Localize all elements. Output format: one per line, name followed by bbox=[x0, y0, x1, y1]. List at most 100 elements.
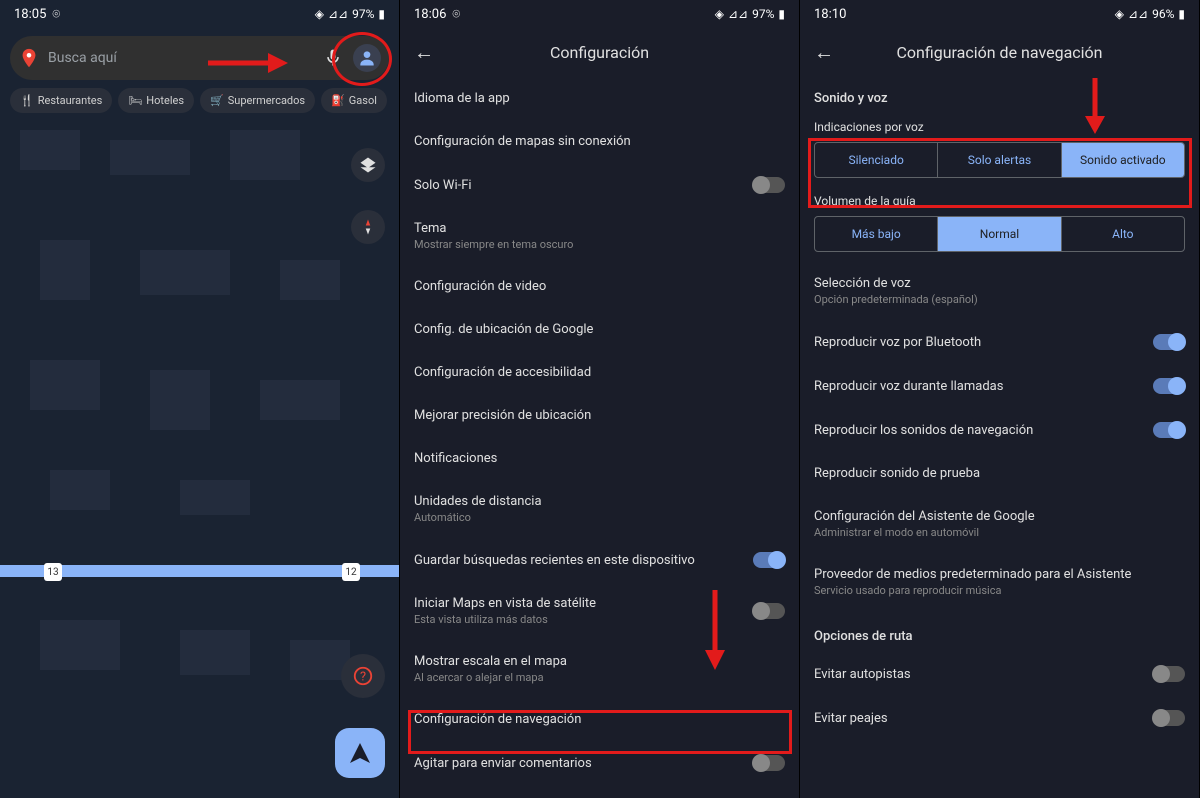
route-option-0[interactable]: Evitar autopistas bbox=[814, 652, 1185, 696]
setting-label: Configuración del Asistente de GoogleAdm… bbox=[814, 509, 1185, 539]
setting-label: TemaMostrar siempre en tema oscuro bbox=[414, 221, 785, 251]
battery-icon: ▮ bbox=[378, 7, 385, 21]
route-marker[interactable]: 12 bbox=[342, 563, 360, 581]
volume-segmented-control: Más bajoNormalAlto bbox=[814, 216, 1185, 252]
status-time: 18:10 bbox=[814, 7, 846, 22]
section-sound: Sonido y voz bbox=[800, 77, 1199, 114]
setting-label: Solo Wi-Fi bbox=[414, 178, 753, 193]
setting-label: Agitar para enviar comentarios bbox=[414, 756, 753, 771]
fork-icon: 🍴 bbox=[20, 94, 34, 107]
signal-icon: ⊿⊿ bbox=[328, 7, 348, 21]
toggle-switch[interactable] bbox=[753, 552, 785, 568]
setting-label: Reproducir voz por Bluetooth bbox=[814, 335, 1153, 350]
toggle-switch[interactable] bbox=[753, 603, 785, 619]
setting-label: Configuración de video bbox=[414, 279, 785, 294]
setting-label: Reproducir sonido de prueba bbox=[814, 466, 1185, 481]
battery-text: 96% bbox=[1152, 7, 1174, 21]
status-bar: 18:10 ◈⊿⊿96%▮ bbox=[800, 0, 1199, 28]
setting-item-0[interactable]: Idioma de la app bbox=[414, 77, 785, 120]
map-background[interactable]: 13 12 bbox=[0, 0, 399, 798]
toggle-switch[interactable] bbox=[1153, 710, 1185, 726]
setting-label: Guardar búsquedas recientes en este disp… bbox=[414, 553, 753, 568]
bed-icon: 🛏 bbox=[128, 94, 142, 107]
cart-icon: 🛒 bbox=[210, 94, 224, 107]
annotation-arrow bbox=[1080, 78, 1110, 134]
battery-icon: ▮ bbox=[778, 7, 785, 21]
chip-supermarkets[interactable]: 🛒Supermercados bbox=[200, 88, 315, 113]
signal-icon: ⊿⊿ bbox=[1128, 7, 1148, 21]
setting-label: Reproducir voz durante llamadas bbox=[814, 379, 1153, 394]
help-fab[interactable]: ? bbox=[341, 654, 385, 698]
svg-text:?: ? bbox=[360, 670, 366, 685]
settings-list: Selección de vozOpción predeterminada (e… bbox=[800, 262, 1199, 611]
annotation-arrow bbox=[700, 590, 730, 670]
back-button[interactable]: ← bbox=[414, 40, 444, 65]
status-time: 18:05 bbox=[14, 7, 46, 22]
setting-label: Selección de vozOpción predeterminada (e… bbox=[814, 276, 1185, 306]
gas-icon: ⛽ bbox=[331, 94, 345, 107]
setting-item-2[interactable]: Solo Wi-Fi bbox=[414, 163, 785, 207]
toggle-switch[interactable] bbox=[1153, 666, 1185, 682]
setting-label: Evitar peajes bbox=[814, 711, 1153, 726]
settings-list: Idioma de la app Configuración de mapas s… bbox=[400, 77, 799, 785]
wifi-icon: ◈ bbox=[1115, 7, 1124, 21]
volume-option-0[interactable]: Más bajo bbox=[815, 217, 938, 251]
toggle-switch[interactable] bbox=[1153, 378, 1185, 394]
setting-item-8[interactable]: Notificaciones bbox=[414, 437, 785, 480]
status-bar: 18:06⌾ ◈⊿⊿97%▮ bbox=[400, 0, 799, 28]
route-option-1[interactable]: Evitar peajes bbox=[814, 696, 1185, 740]
setting-item-5[interactable]: Config. de ubicación de Google bbox=[414, 308, 785, 351]
volume-option-2[interactable]: Alto bbox=[1062, 217, 1184, 251]
setting-label: Unidades de distanciaAutomático bbox=[414, 494, 785, 524]
section-route: Opciones de ruta bbox=[800, 611, 1199, 652]
toggle-switch[interactable] bbox=[753, 755, 785, 771]
header: ← Configuración de navegación bbox=[800, 28, 1199, 77]
category-chips: 🍴Restaurantes 🛏Hoteles 🛒Supermercados ⛽G… bbox=[0, 88, 399, 113]
volume-option-1[interactable]: Normal bbox=[938, 217, 1061, 251]
battery-text: 97% bbox=[752, 7, 774, 21]
whatsapp-icon: ⌾ bbox=[52, 7, 60, 22]
voice-indications-label: Indicaciones por voz bbox=[800, 114, 1199, 138]
route-marker[interactable]: 13 bbox=[44, 563, 62, 581]
setting-item-10[interactable]: Guardar búsquedas recientes en este disp… bbox=[414, 538, 785, 582]
nav-settings-screen: 18:10 ◈⊿⊿96%▮ ← Configuración de navegac… bbox=[800, 0, 1200, 798]
annotation-box bbox=[408, 710, 792, 754]
setting-label: Mejorar precisión de ubicación bbox=[414, 408, 785, 423]
nav-setting-item-1[interactable]: Reproducir voz por Bluetooth bbox=[814, 320, 1185, 364]
nav-setting-item-3[interactable]: Reproducir los sonidos de navegación bbox=[814, 408, 1185, 452]
maps-screen: 13 12 18:05 ⌾ ◈ ⊿⊿ 97% ▮ Busca aquí 🍴Res… bbox=[0, 0, 400, 798]
layers-button[interactable] bbox=[351, 148, 385, 182]
chip-restaurants[interactable]: 🍴Restaurantes bbox=[10, 88, 112, 113]
page-title: Configuración de navegación bbox=[844, 43, 1155, 62]
annotation-circle bbox=[332, 32, 392, 86]
setting-item-4[interactable]: Configuración de video bbox=[414, 265, 785, 308]
compass-button[interactable] bbox=[351, 210, 385, 244]
nav-setting-item-0[interactable]: Selección de vozOpción predeterminada (e… bbox=[814, 262, 1185, 320]
setting-label: Evitar autopistas bbox=[814, 667, 1153, 682]
setting-item-1[interactable]: Configuración de mapas sin conexión bbox=[414, 120, 785, 163]
setting-item-7[interactable]: Mejorar precisión de ubicación bbox=[414, 394, 785, 437]
setting-label: Config. de ubicación de Google bbox=[414, 322, 785, 337]
setting-label: Reproducir los sonidos de navegación bbox=[814, 423, 1153, 438]
chip-hotels[interactable]: 🛏Hoteles bbox=[118, 88, 194, 113]
toggle-switch[interactable] bbox=[1153, 422, 1185, 438]
nav-setting-item-5[interactable]: Configuración del Asistente de GoogleAdm… bbox=[814, 495, 1185, 553]
setting-label: Configuración de mapas sin conexión bbox=[414, 134, 785, 149]
setting-label: Idioma de la app bbox=[414, 91, 785, 106]
setting-label: Proveedor de medios predeterminado para … bbox=[814, 567, 1185, 597]
navigate-fab[interactable] bbox=[335, 728, 385, 778]
setting-item-6[interactable]: Configuración de accesibilidad bbox=[414, 351, 785, 394]
toggle-switch[interactable] bbox=[753, 177, 785, 193]
nav-setting-item-2[interactable]: Reproducir voz durante llamadas bbox=[814, 364, 1185, 408]
nav-setting-item-6[interactable]: Proveedor de medios predeterminado para … bbox=[814, 553, 1185, 611]
wifi-icon: ◈ bbox=[715, 7, 724, 21]
chip-gas[interactable]: ⛽Gasol bbox=[321, 88, 387, 113]
setting-item-3[interactable]: TemaMostrar siempre en tema oscuro bbox=[414, 207, 785, 265]
nav-setting-item-4[interactable]: Reproducir sonido de prueba bbox=[814, 452, 1185, 495]
back-button[interactable]: ← bbox=[814, 40, 844, 65]
toggle-switch[interactable] bbox=[1153, 334, 1185, 350]
settings-screen: 18:06⌾ ◈⊿⊿97%▮ ← Configuración Idioma de… bbox=[400, 0, 800, 798]
setting-item-9[interactable]: Unidades de distanciaAutomático bbox=[414, 480, 785, 538]
battery-text: 97% bbox=[352, 7, 374, 21]
annotation-box bbox=[808, 138, 1192, 208]
